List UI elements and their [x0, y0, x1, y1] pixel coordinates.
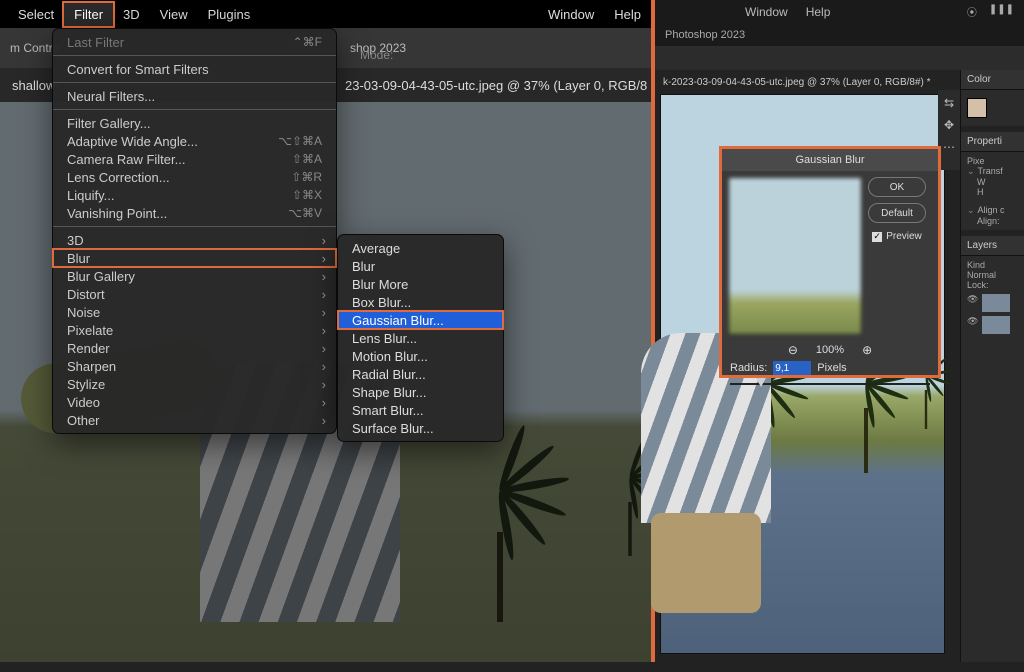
- filter-liquify[interactable]: Liquify...⇧⌘X: [53, 186, 336, 204]
- menu-window-r[interactable]: Window: [745, 5, 788, 19]
- layer-thumb-2[interactable]: [982, 316, 1010, 334]
- menubar-right: Window Help ⦿ ❚❚❚: [655, 0, 1024, 24]
- blur-motion[interactable]: Motion Blur...: [338, 347, 503, 365]
- layer-thumb[interactable]: [982, 294, 1010, 312]
- filter-pixelate[interactable]: Pixelate: [53, 321, 336, 339]
- ok-button[interactable]: OK: [868, 177, 926, 197]
- menu-view[interactable]: View: [150, 3, 198, 26]
- filter-video[interactable]: Video: [53, 393, 336, 411]
- menu-filter[interactable]: Filter: [64, 3, 113, 26]
- filter-noise[interactable]: Noise: [53, 303, 336, 321]
- zoom-level: 100%: [816, 344, 844, 356]
- filter-adaptive-wide-angle[interactable]: Adaptive Wide Angle...⌥⇧⌘A: [53, 132, 336, 150]
- app-title-right: Photoshop 2023: [655, 24, 1024, 46]
- menu-help[interactable]: Help: [604, 3, 651, 26]
- blur-more[interactable]: Blur More: [338, 275, 503, 293]
- dialog-title: Gaussian Blur: [722, 149, 938, 171]
- zoom-out-icon[interactable]: ⊖: [788, 343, 798, 357]
- tool-icon-1[interactable]: ⇆: [944, 96, 954, 110]
- blur-shape[interactable]: Shape Blur...: [338, 383, 503, 401]
- blur-box[interactable]: Box Blur...: [338, 293, 503, 311]
- layers-lock: Lock:: [967, 280, 1018, 290]
- layers-blend[interactable]: Normal: [967, 270, 1018, 280]
- filter-lens-correction[interactable]: Lens Correction...⇧⌘R: [53, 168, 336, 186]
- layer-vis-icon-2[interactable]: 👁: [967, 316, 978, 334]
- preview-checkbox[interactable]: ✓ Preview: [872, 231, 922, 242]
- doc-tab[interactable]: 23-03-09-04-43-05-utc.jpeg @ 37% (Layer …: [345, 78, 647, 93]
- left-screenshot: Select Filter 3D View Plugins Window Hel…: [0, 0, 655, 662]
- menu-3d[interactable]: 3D: [113, 3, 150, 26]
- radius-label: Radius:: [730, 362, 767, 374]
- filter-sharpen[interactable]: Sharpen: [53, 357, 336, 375]
- blur-surface[interactable]: Surface Blur...: [338, 419, 503, 437]
- filter-blur[interactable]: Blur: [53, 249, 336, 267]
- gaussian-blur-dialog: Gaussian Blur OK Default ✓ Preview ⊖ 100…: [719, 146, 941, 378]
- filter-menu: Last Filter⌃⌘F Convert for Smart Filters…: [52, 28, 337, 434]
- panel-properties-header[interactable]: Properti: [961, 132, 1024, 152]
- filter-3d[interactable]: 3D: [53, 231, 336, 249]
- filter-gallery[interactable]: Filter Gallery...: [53, 114, 336, 132]
- toolstrip: ⇆ ✥ ⋯: [938, 90, 960, 170]
- properties-transform[interactable]: Transf: [967, 166, 1018, 177]
- menu-window[interactable]: Window: [538, 3, 604, 26]
- blur-submenu: Average Blur Blur More Box Blur... Gauss…: [337, 234, 504, 442]
- blur-average[interactable]: Average: [338, 239, 503, 257]
- layer-vis-icon[interactable]: 👁: [967, 294, 978, 312]
- properties-pixel: Pixe: [967, 156, 1018, 166]
- record-icon[interactable]: ⦿: [967, 4, 977, 19]
- color-swatch[interactable]: [967, 98, 987, 118]
- menu-plugins[interactable]: Plugins: [198, 3, 261, 26]
- doc-tab-right[interactable]: k-2023-03-09-04-43-05-utc.jpeg @ 37% (La…: [663, 77, 931, 88]
- right-screenshot: Window Help ⦿ ❚❚❚ Photoshop 2023 k-2023-…: [655, 0, 1024, 662]
- mode-label: Mode:: [360, 48, 393, 62]
- preview-label: Preview: [886, 231, 922, 242]
- radius-input[interactable]: [773, 361, 811, 375]
- tool-icon-3[interactable]: ⋯: [943, 140, 955, 154]
- check-icon: ✓: [872, 232, 882, 242]
- filter-blur-gallery[interactable]: Blur Gallery: [53, 267, 336, 285]
- filter-render[interactable]: Render: [53, 339, 336, 357]
- panel-color-header[interactable]: Color: [961, 70, 1024, 90]
- blur-smart[interactable]: Smart Blur...: [338, 401, 503, 419]
- default-button[interactable]: Default: [868, 203, 926, 223]
- zoom-in-icon[interactable]: ⊕: [862, 343, 872, 357]
- tool-icon-2[interactable]: ✥: [944, 118, 954, 132]
- blur-radial[interactable]: Radial Blur...: [338, 365, 503, 383]
- filter-neural[interactable]: Neural Filters...: [53, 87, 336, 105]
- prop-w: W: [977, 177, 1018, 187]
- properties-align[interactable]: Align c: [967, 205, 1018, 216]
- layers-kind[interactable]: Kind: [967, 260, 1018, 270]
- blur-gaussian[interactable]: Gaussian Blur...: [338, 311, 503, 329]
- filter-other[interactable]: Other: [53, 411, 336, 429]
- filter-convert-smart[interactable]: Convert for Smart Filters: [53, 60, 336, 78]
- prop-h: H: [977, 187, 1018, 197]
- menu-help-r[interactable]: Help: [806, 5, 831, 19]
- blur-lens[interactable]: Lens Blur...: [338, 329, 503, 347]
- battery-icon: ❚❚❚: [989, 4, 1014, 19]
- radius-slider[interactable]: [730, 377, 930, 391]
- radius-unit: Pixels: [817, 362, 846, 374]
- menu-select[interactable]: Select: [8, 3, 64, 26]
- align-label: Align:: [977, 216, 1018, 226]
- dialog-preview[interactable]: [728, 177, 862, 335]
- blur-blur[interactable]: Blur: [338, 257, 503, 275]
- options-bar-right: [655, 46, 1024, 70]
- filter-stylize[interactable]: Stylize: [53, 375, 336, 393]
- filter-last[interactable]: Last Filter⌃⌘F: [53, 33, 336, 51]
- filter-vanishing-point[interactable]: Vanishing Point...⌥⌘V: [53, 204, 336, 222]
- panels: Color Properti Pixe Transf W H Align c A…: [960, 70, 1024, 662]
- filter-distort[interactable]: Distort: [53, 285, 336, 303]
- filter-camera-raw[interactable]: Camera Raw Filter...⇧⌘A: [53, 150, 336, 168]
- menubar-left: Select Filter 3D View Plugins Window Hel…: [0, 0, 651, 28]
- panel-layers-header[interactable]: Layers: [961, 236, 1024, 256]
